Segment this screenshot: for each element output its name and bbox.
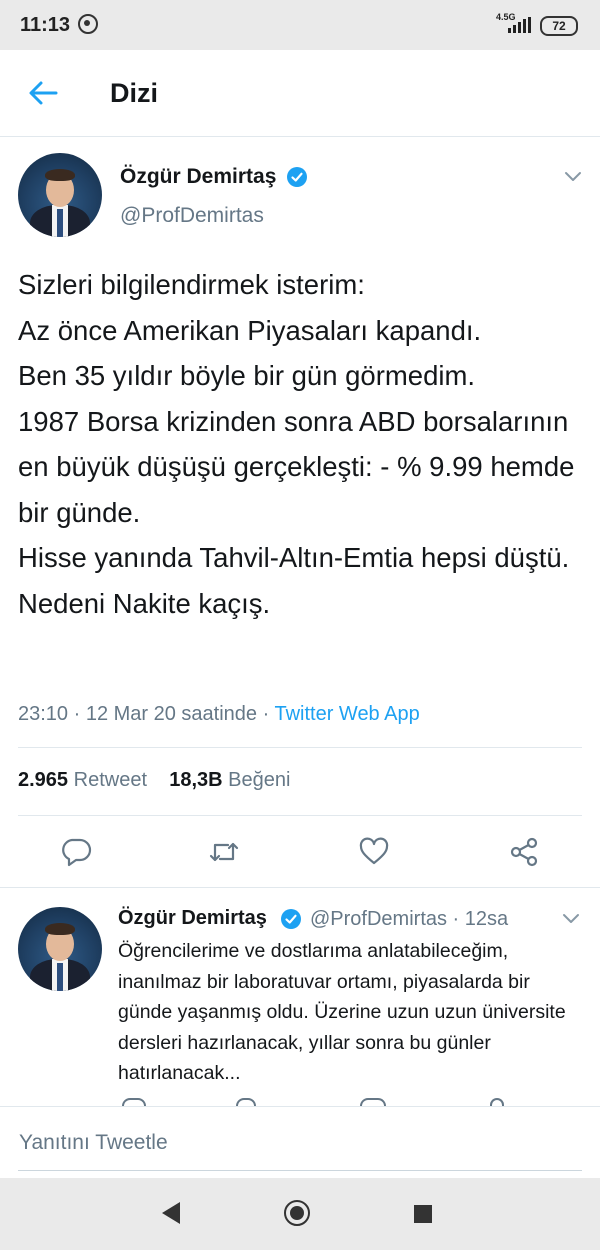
status-bar: 11:13 4.5G 72 <box>0 0 600 50</box>
tweet-time: 23:10 · 12 Mar 20 saatinde · <box>18 703 275 725</box>
divider <box>18 1170 582 1171</box>
tweet-stats: 2.965 Retweet 18,3B Beğeni <box>18 769 290 792</box>
chevron-down-icon[interactable] <box>562 913 580 925</box>
like-stat[interactable]: 18,3B Beğeni <box>169 769 290 791</box>
like-label: Beğeni <box>228 769 291 791</box>
reply-actions-cutoff <box>118 1098 558 1106</box>
share-icon[interactable] <box>508 836 540 868</box>
battery-level: 72 <box>540 16 578 36</box>
like-count: 18,3B <box>169 769 223 791</box>
chevron-down-icon[interactable] <box>564 171 582 183</box>
reply-avatar[interactable] <box>18 907 102 991</box>
status-time: 11:13 <box>20 14 71 36</box>
signal-strength-icon <box>508 17 532 33</box>
back-arrow-icon[interactable] <box>28 80 58 106</box>
nav-home-icon[interactable] <box>284 1200 310 1226</box>
whatsapp-notification-icon <box>78 14 98 34</box>
system-nav-bar <box>0 1178 600 1250</box>
retweet-stat[interactable]: 2.965 Retweet <box>18 769 147 791</box>
tweet-source-link[interactable]: Twitter Web App <box>274 703 419 725</box>
page-title: Dizi <box>110 78 159 108</box>
divider <box>18 747 582 748</box>
author-name[interactable]: Özgür Demirtaş <box>120 165 276 189</box>
retweet-icon[interactable] <box>208 836 240 868</box>
like-icon[interactable] <box>358 836 390 868</box>
avatar[interactable] <box>18 153 102 237</box>
divider <box>18 815 582 816</box>
divider <box>0 887 600 888</box>
reply-author-name[interactable]: Özgür Demirtaş <box>118 907 267 930</box>
verified-badge-icon <box>281 909 301 929</box>
reply-handle-time[interactable]: @ProfDemirtas · 12sa <box>310 908 508 931</box>
reply-icon[interactable] <box>60 836 92 868</box>
reply-tweet-text: Öğrencilerime ve dostlarıma anlatabilece… <box>118 940 566 1084</box>
retweet-label: Retweet <box>73 769 147 791</box>
retweet-count: 2.965 <box>18 769 69 791</box>
app-header: Dizi <box>0 50 600 137</box>
verified-badge-icon <box>287 167 307 187</box>
author-handle[interactable]: @ProfDemirtas <box>120 204 264 228</box>
nav-back-icon[interactable] <box>162 1202 180 1224</box>
tweet-timestamp: 23:10 · 12 Mar 20 saatinde · Twitter Web… <box>18 703 420 726</box>
reply-input[interactable]: Yanıtını Tweetle <box>19 1131 168 1155</box>
nav-recents-icon[interactable] <box>414 1205 432 1223</box>
reply-compose-bar[interactable]: Yanıtını Tweetle <box>0 1106 600 1179</box>
tweet-text: Sizleri bilgilendirmek isterim: Az önce … <box>18 269 575 619</box>
